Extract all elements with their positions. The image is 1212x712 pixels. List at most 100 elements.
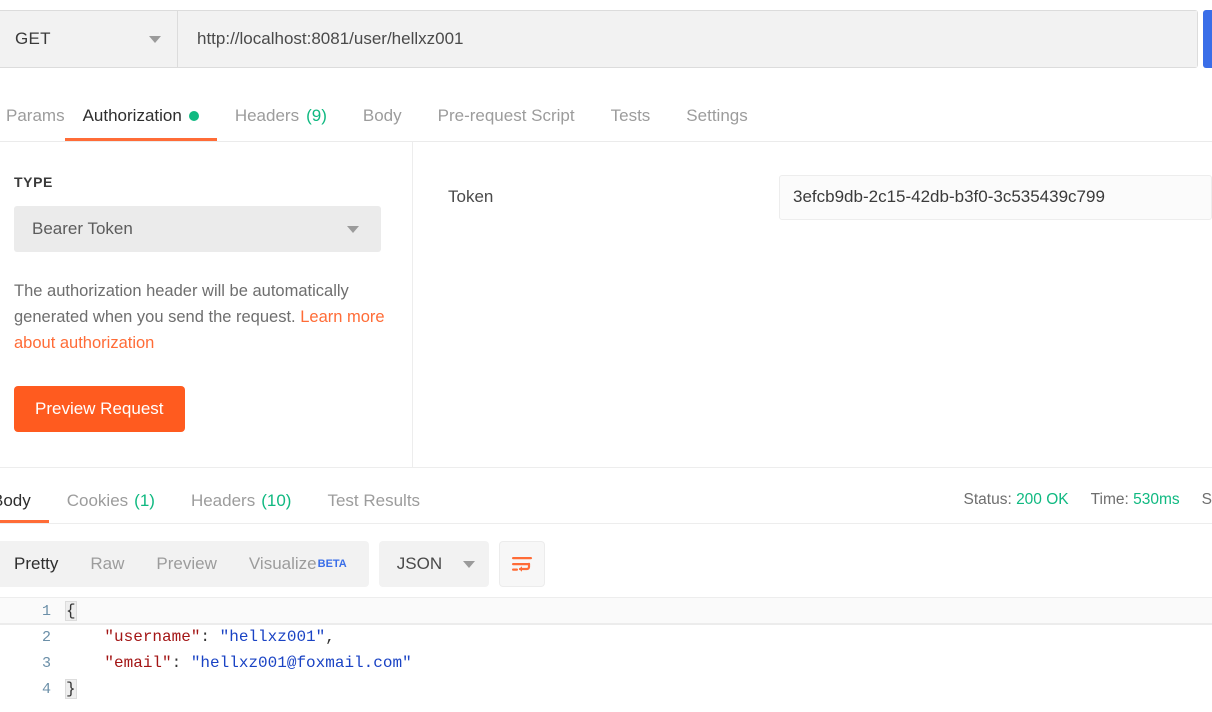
auth-description-text: The authorization header will be automat… xyxy=(14,282,349,326)
status-label: Status: xyxy=(963,491,1012,508)
request-authorization-panel: TYPE Bearer Token The authorization head… xyxy=(0,142,1212,467)
request-tab-body[interactable]: Body xyxy=(345,90,420,141)
request-url-bar: GET http://localhost:8081/user/hellxz001 xyxy=(0,0,1212,78)
response-tab-label: Headers xyxy=(190,490,256,510)
view-mode-group: Pretty Raw Preview Visualize BETA xyxy=(0,541,369,587)
response-status-group: Status: 200 OK Time: 530ms S xyxy=(964,491,1212,509)
token-row: Token 3efcb9db-2c15-42db-b3f0-3c535439c7… xyxy=(448,172,1212,222)
code-horizontal-rule xyxy=(0,623,1212,625)
code-token-punct: : xyxy=(200,628,220,646)
url-input[interactable]: http://localhost:8081/user/hellxz001 xyxy=(178,11,1197,67)
view-mode-label: Raw xyxy=(90,554,125,573)
code-line-text: "email": "hellxz001@foxmail.com" xyxy=(66,654,412,672)
auth-settings-column: TYPE Bearer Token The authorization head… xyxy=(14,142,404,432)
code-token-brace: } xyxy=(65,679,77,699)
code-token-str: "hellxz001@foxmail.com" xyxy=(190,654,412,672)
code-line: 4} xyxy=(0,676,1212,702)
code-line-number: 3 xyxy=(41,654,51,672)
request-tab-label: Headers xyxy=(234,105,300,125)
auth-type-select[interactable]: Bearer Token xyxy=(14,206,381,252)
auth-type-label: TYPE xyxy=(14,174,53,190)
response-tab-label: Body xyxy=(0,490,31,510)
request-tab-label: Settings xyxy=(686,105,748,125)
request-tab-headers[interactable]: Headers (9) xyxy=(217,90,345,141)
chevron-down-icon xyxy=(347,225,359,233)
word-wrap-button[interactable] xyxy=(498,541,545,587)
code-line-text: } xyxy=(65,679,77,699)
code-line: 2 "username": "hellxz001", xyxy=(0,624,1212,650)
send-button[interactable] xyxy=(1203,10,1212,68)
request-tab-settings[interactable]: Settings xyxy=(668,90,765,141)
request-tab-bar: Params Authorization Headers (9) Body Pre-req… xyxy=(0,90,1212,142)
word-wrap-icon xyxy=(511,557,532,572)
view-mode-visualize[interactable]: Visualize BETA xyxy=(233,541,363,587)
time-item: Time: 530ms xyxy=(1091,491,1180,509)
status-value: 200 OK xyxy=(1016,491,1069,508)
active-tab-underline xyxy=(64,138,217,141)
response-format-select[interactable]: JSON xyxy=(378,541,489,587)
response-tab-body[interactable]: Body xyxy=(0,478,49,523)
view-mode-label: Preview xyxy=(156,554,217,573)
request-tab-count: (9) xyxy=(306,105,327,125)
response-tab-test-results[interactable]: Test Results xyxy=(309,478,438,523)
request-tab-label: Tests xyxy=(610,105,651,125)
response-viewer-toolbar: Pretty Raw Preview Visualize BETA JSON xyxy=(0,540,1212,588)
view-mode-label: Visualize xyxy=(248,554,317,573)
request-response-divider xyxy=(0,467,1212,468)
code-token-brace: { xyxy=(65,601,77,621)
size-label: S xyxy=(1201,491,1212,508)
response-body-code-viewer[interactable]: 1{2 "username": "hellxz001", 3 "email": "… xyxy=(0,597,1212,712)
code-line-text: "username": "hellxz001", xyxy=(66,628,335,646)
unsaved-indicator-dot xyxy=(188,110,199,121)
response-tab-count: (10) xyxy=(261,490,292,510)
auth-type-value: Bearer Token xyxy=(32,219,133,238)
response-tab-count: (1) xyxy=(134,490,155,510)
response-format-value: JSON xyxy=(396,554,443,573)
view-mode-preview[interactable]: Preview xyxy=(140,541,232,587)
request-tab-label: Body xyxy=(362,105,402,125)
chevron-down-icon xyxy=(462,560,475,568)
response-tab-label: Cookies xyxy=(66,490,129,510)
code-token-str: "hellxz001" xyxy=(219,628,326,646)
code-line-number: 1 xyxy=(41,602,51,620)
token-input[interactable]: 3efcb9db-2c15-42db-b3f0-3c535439c799 xyxy=(779,174,1212,220)
code-token-key: "email" xyxy=(104,654,172,672)
code-token-punct: , xyxy=(325,628,335,646)
time-value: 530ms xyxy=(1133,491,1180,508)
code-line-text: { xyxy=(65,601,77,621)
url-bar-group: GET http://localhost:8081/user/hellxz001 xyxy=(0,10,1198,68)
request-tab-tests[interactable]: Tests xyxy=(593,90,669,141)
response-tabs-border xyxy=(0,523,1212,524)
request-tab-label: Pre-request Script xyxy=(437,105,575,125)
code-line-number: 4 xyxy=(41,680,51,698)
beta-badge: BETA xyxy=(317,558,347,570)
view-mode-label: Pretty xyxy=(14,554,59,573)
request-tab-pre-request-script[interactable]: Pre-request Script xyxy=(420,90,593,141)
code-line: 3 "email": "hellxz001@foxmail.com" xyxy=(0,650,1212,676)
response-tab-bar: BodyCookies(1)Headers(10)Test Results St… xyxy=(0,478,1212,528)
request-tab-label: Authorization xyxy=(82,105,182,125)
code-token-key: "username" xyxy=(104,628,201,646)
token-label: Token xyxy=(448,187,494,206)
code-line-number: 2 xyxy=(41,628,51,646)
code-token-punct: : xyxy=(171,654,191,672)
response-tab-cookies[interactable]: Cookies (1) xyxy=(49,478,173,523)
response-tabs-left: BodyCookies(1)Headers(10)Test Results xyxy=(0,478,438,523)
response-tab-headers[interactable]: Headers (10) xyxy=(173,478,310,523)
status-item: Status: 200 OK xyxy=(964,491,1069,509)
auth-description: The authorization header will be automat… xyxy=(14,278,386,356)
request-tab-params[interactable]: Params xyxy=(6,90,65,141)
time-label: Time: xyxy=(1090,491,1129,508)
chevron-down-icon xyxy=(149,35,161,43)
code-line: 1{ xyxy=(0,598,1212,624)
http-method-label: GET xyxy=(15,29,51,48)
request-tab-label: Params xyxy=(6,105,65,125)
view-mode-pretty[interactable]: Pretty xyxy=(0,541,74,587)
response-tab-label: Test Results xyxy=(327,490,421,510)
preview-request-button[interactable]: Preview Request xyxy=(14,386,185,432)
request-tab-authorization[interactable]: Authorization xyxy=(64,90,217,141)
http-method-select[interactable]: GET xyxy=(0,11,178,67)
view-mode-raw[interactable]: Raw xyxy=(74,541,140,587)
